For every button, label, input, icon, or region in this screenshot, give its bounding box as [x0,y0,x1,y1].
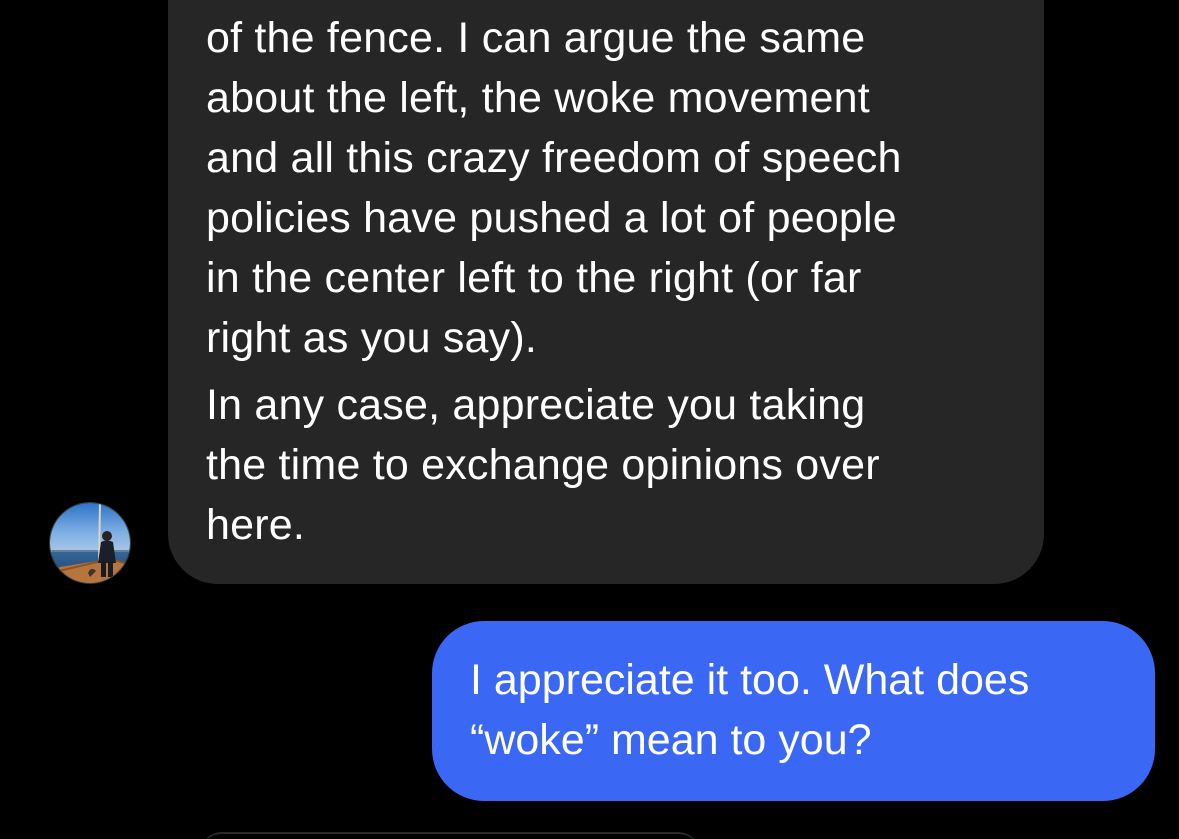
incoming-message-line: right as you say). [206,314,538,362]
incoming-message-line: about the left, the woke movement [206,74,870,122]
incoming-message-line: here. [206,501,306,549]
outgoing-message-line: I appreciate it too. What does [470,656,1030,704]
incoming-message-line: in the center left to the right (or far [206,254,862,302]
incoming-message-line: In any case, appreciate you taking [206,381,866,429]
chat-screen: of the fence. I can argue the same about… [0,0,1179,839]
profile-photo-icon [50,503,130,583]
sender-avatar[interactable] [49,502,131,584]
incoming-message-line: and all this crazy freedom of speech [206,134,902,182]
incoming-message-line: policies have pushed a lot of people [206,194,897,242]
next-message-edge [200,832,700,839]
incoming-message-line: of the fence. I can argue the same [206,14,866,62]
outgoing-message-line: “woke” mean to you? [470,716,872,764]
incoming-message-line: the time to exchange opinions over [206,441,880,489]
